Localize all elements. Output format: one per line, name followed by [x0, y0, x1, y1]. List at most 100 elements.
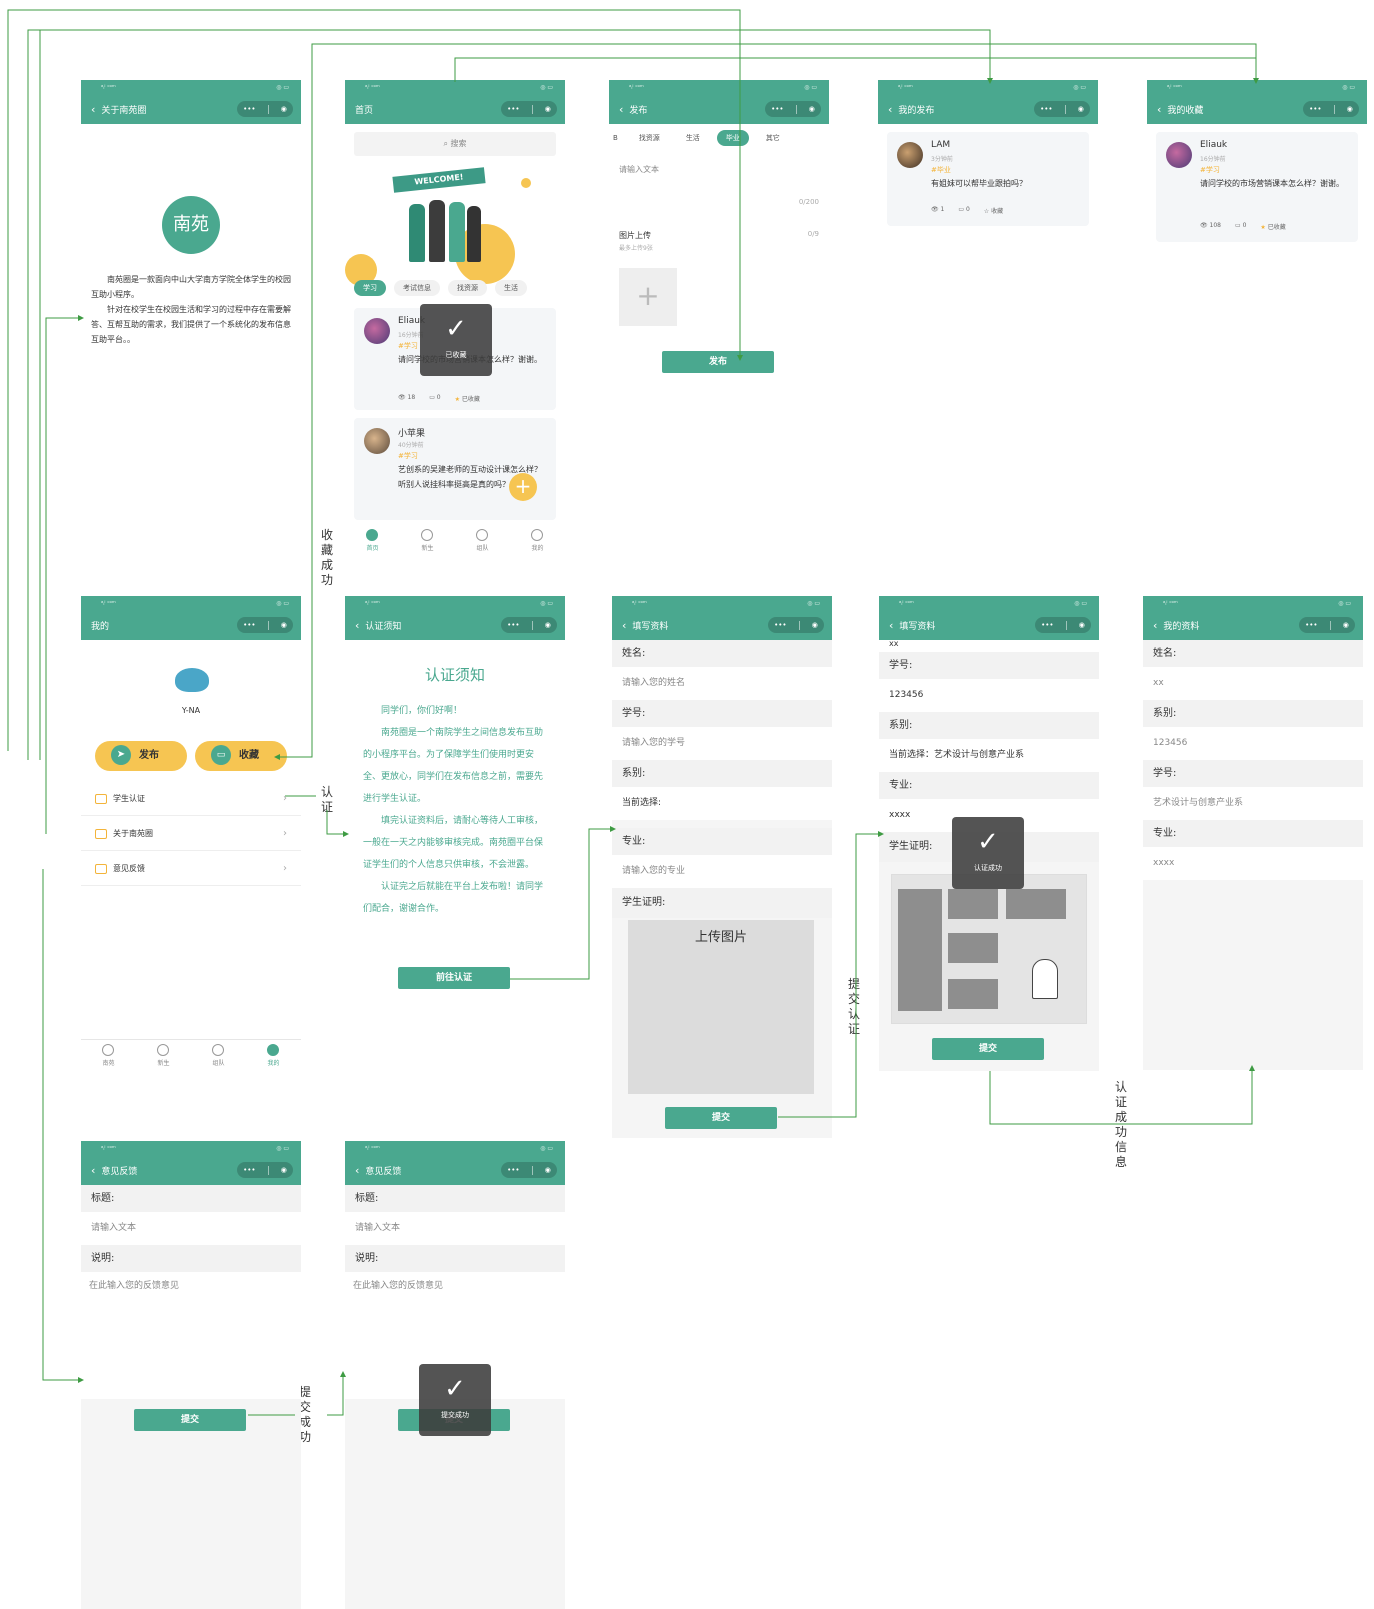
- back-icon[interactable]: ‹: [619, 103, 623, 116]
- avatar: [364, 318, 390, 344]
- post-author: 小苹果: [398, 429, 426, 439]
- back-icon[interactable]: ‹: [355, 619, 359, 632]
- collect-button[interactable]: ★ 已收藏: [1260, 222, 1285, 231]
- name-input[interactable]: 请输入您的姓名: [612, 667, 832, 700]
- mini-capsule[interactable]: ••• ◉: [768, 617, 824, 633]
- tabbar-home[interactable]: 南苑: [102, 1043, 115, 1067]
- avatar: [175, 668, 209, 692]
- screen-me: ᵃᵢˡ ᶜᵒᵐ ◎ ▭ 我的 ••• ◉ Y-NA ➤ 发布 ▭ 收藏 学生认证 › 关于…: [81, 596, 301, 1070]
- mini-capsule[interactable]: ••• ◉: [1034, 101, 1090, 117]
- menu-feedback[interactable]: 意见反馈 ›: [81, 852, 301, 886]
- go-certify-button[interactable]: 前往认证: [398, 967, 510, 989]
- menu-about[interactable]: 关于南苑圈 ›: [81, 817, 301, 851]
- major-input[interactable]: 请输入您的专业: [612, 855, 832, 888]
- mini-capsule[interactable]: ••• ◉: [501, 1162, 557, 1178]
- tabbar-me[interactable]: 我的: [267, 1043, 280, 1067]
- mini-capsule[interactable]: ••• ◉: [765, 101, 821, 117]
- image-upload-hint: 最多上传9张: [619, 245, 653, 252]
- collect-button[interactable]: ☆ 收藏: [984, 206, 1003, 215]
- publish-shortcut-button[interactable]: ➤ 发布: [95, 741, 187, 771]
- mini-capsule[interactable]: ••• ◉: [1299, 617, 1355, 633]
- tab-exam[interactable]: 考试信息: [394, 280, 440, 296]
- collect-button[interactable]: ★ 已收藏: [455, 394, 480, 403]
- tab-life[interactable]: 生活: [677, 130, 709, 146]
- submit-button[interactable]: 提交: [665, 1107, 777, 1129]
- post-card[interactable]: 小苹果 40分钟前 #学习 艺创系的吴建老师的互动设计课怎么样？听别人说挂科率挺…: [354, 418, 556, 520]
- add-post-button[interactable]: +: [509, 473, 537, 501]
- page-title: 我的发布: [898, 105, 935, 116]
- tabbar-team[interactable]: 组队: [212, 1043, 225, 1067]
- user-icon: [267, 1043, 280, 1056]
- status-bar: ᵃᵢˡ ᶜᵒᵐ ◎ ▭: [345, 80, 565, 94]
- back-icon[interactable]: ‹: [1153, 619, 1157, 632]
- screen-home: ᵃᵢˡ ᶜᵒᵐ ◎ ▭ 首页 ••• ◉ ⌕ 搜索 WELCOME! 学习 考试信息…: [345, 80, 565, 555]
- post-author: LAM: [931, 140, 951, 150]
- tab-study[interactable]: 学习: [354, 280, 386, 296]
- tab-resource[interactable]: 找资源: [448, 280, 487, 296]
- mini-capsule[interactable]: ••• ◉: [237, 101, 293, 117]
- back-icon[interactable]: ‹: [91, 103, 95, 116]
- post-card[interactable]: LAM 3分钟前 #毕业 有姐妹可以帮毕业跟拍吗？ 👁 1 ▭ 0 ☆ 收藏: [887, 132, 1089, 226]
- status-bar: ᵃᵢˡ ᶜᵒᵐ ◎ ▭: [81, 596, 301, 610]
- collect-shortcut-button[interactable]: ▭ 收藏: [195, 741, 287, 771]
- category-tabs: 学习 考试信息 找资源 生活: [354, 280, 535, 296]
- student-id-value[interactable]: 123456: [879, 679, 1099, 712]
- status-bar: ᵃᵢˡ ᶜᵒᵐ ◎ ▭: [612, 596, 832, 610]
- description-label: 说明:: [81, 1245, 301, 1272]
- publish-button[interactable]: 发布: [662, 351, 774, 373]
- mini-capsule[interactable]: ••• ◉: [1303, 101, 1359, 117]
- upload-image-box[interactable]: 上传图片: [628, 920, 814, 1094]
- description-textarea[interactable]: 在此输入您的反馈意见: [81, 1272, 301, 1388]
- tab-graduate[interactable]: 毕业: [716, 130, 749, 146]
- page-title: 我的: [91, 621, 110, 632]
- tabbar-team[interactable]: 组队: [476, 528, 489, 552]
- tabbar-me[interactable]: 我的: [531, 528, 544, 552]
- star-icon: ★: [1260, 224, 1266, 231]
- tabbar-home[interactable]: 首页: [366, 528, 379, 552]
- about-intro: 南苑圈是一款面向中山大学南方学院全体学生的校园互助小程序。: [91, 275, 291, 299]
- tab-other[interactable]: 其它: [757, 130, 789, 146]
- welcome-ribbon: WELCOME!: [392, 167, 486, 193]
- tabbar-freshman[interactable]: 新生: [421, 528, 434, 552]
- back-icon[interactable]: ‹: [888, 103, 892, 116]
- back-icon[interactable]: ‹: [1157, 103, 1161, 116]
- department-select[interactable]: 当前选择：艺术设计与创意产业系: [879, 739, 1099, 772]
- back-icon[interactable]: ‹: [622, 619, 626, 632]
- mini-capsule[interactable]: ••• ◉: [1035, 617, 1091, 633]
- chevron-right-icon: ›: [283, 863, 287, 874]
- title-input[interactable]: 请输入文本: [345, 1212, 565, 1245]
- back-icon[interactable]: ‹: [91, 1164, 95, 1177]
- plus-icon: +: [636, 279, 660, 312]
- title-input[interactable]: 请输入文本: [81, 1212, 301, 1245]
- mini-capsule[interactable]: ••• ◉: [501, 617, 557, 633]
- tab-life[interactable]: 生活: [495, 280, 527, 296]
- submit-button[interactable]: 提交: [932, 1038, 1044, 1060]
- status-bar: ᵃᵢˡ ᶜᵒᵐ ◎ ▭: [879, 596, 1099, 610]
- post-card[interactable]: Eliauk 16分钟前 #学习 请问学校的市场营销课本怎么样？谢谢。 👁 10…: [1156, 132, 1358, 242]
- page-title: 关于南苑圈: [101, 105, 147, 116]
- screen-fill-info: ᵃᵢˡ ᶜᵒᵐ ◎ ▭ ‹ 填写资料 ••• ◉ 姓名: 请输入您的姓名 学号: 请…: [612, 596, 832, 1138]
- department-select[interactable]: 当前选择:: [612, 787, 832, 820]
- major-label: 专业:: [1143, 820, 1363, 847]
- back-icon[interactable]: ‹: [355, 1164, 359, 1177]
- description-label: 说明:: [345, 1245, 565, 1272]
- proof-label: 学生证明:: [612, 888, 832, 918]
- mini-capsule[interactable]: ••• ◉: [237, 617, 293, 633]
- nav-bar: 我的 ••• ◉: [81, 610, 301, 640]
- student-id-input[interactable]: 请输入您的学号: [612, 727, 832, 760]
- tabbar-freshman[interactable]: 新生: [157, 1043, 170, 1067]
- star-icon: ★: [454, 396, 460, 403]
- tab-resource[interactable]: 找资源: [630, 130, 669, 146]
- about-detail: 针对在校学生在校园生活和学习的过程中存在需要解答、互帮互助的需求，我们提供了一个…: [91, 305, 291, 344]
- mini-capsule[interactable]: ••• ◉: [237, 1162, 293, 1178]
- back-icon[interactable]: ‹: [889, 619, 893, 632]
- mini-capsule[interactable]: ••• ◉: [501, 101, 557, 117]
- page-title: 首页: [355, 105, 374, 116]
- tab-partial[interactable]: B: [609, 131, 622, 145]
- add-image-button[interactable]: +: [619, 268, 677, 326]
- menu-student-certify[interactable]: 学生认证 ›: [81, 782, 301, 816]
- search-input[interactable]: ⌕ 搜索: [354, 132, 556, 156]
- submit-button[interactable]: 提交: [134, 1409, 246, 1431]
- content-textarea[interactable]: 请输入文本: [619, 164, 659, 175]
- nav-bar: ‹ 填写资料 ••• ◉: [612, 610, 832, 640]
